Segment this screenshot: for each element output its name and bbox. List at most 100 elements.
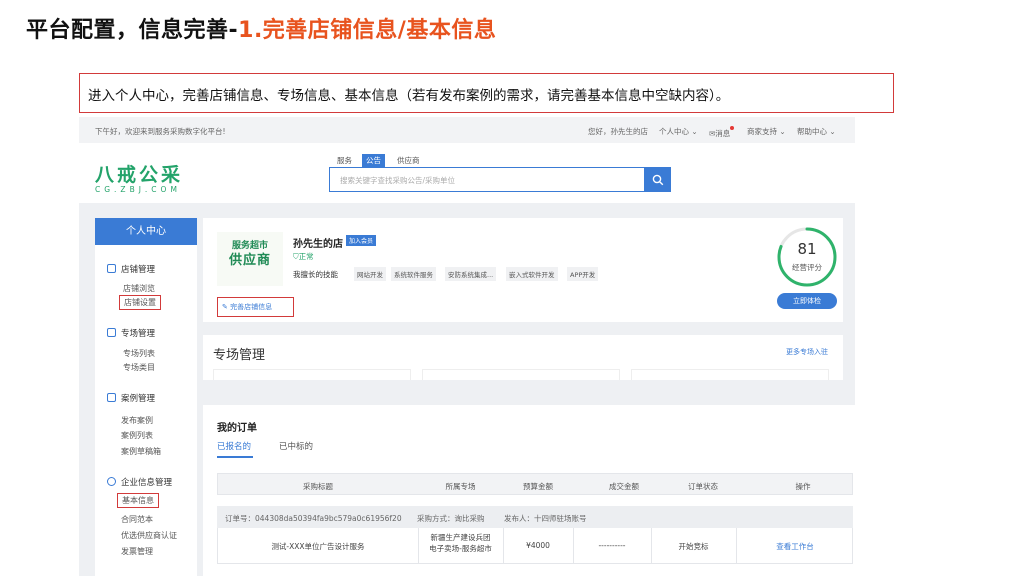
check-now-button[interactable]: 立即体检 bbox=[777, 293, 837, 309]
zone-card[interactable] bbox=[631, 369, 829, 380]
skill-tag: 系统软件服务 bbox=[391, 267, 436, 281]
column-header: 预算金额 bbox=[523, 482, 553, 491]
sidebar-item-zone-list[interactable]: 专场列表 bbox=[123, 348, 155, 359]
site-logo[interactable]: 八戒公采 CG.ZBJ.COM bbox=[95, 160, 183, 194]
edit-icon: ✎ bbox=[222, 303, 228, 311]
cell-status: 开始竞标 bbox=[678, 542, 709, 551]
skill-tag: 安防系统集成... bbox=[445, 267, 497, 281]
member-badge[interactable]: 加入会员 bbox=[346, 235, 377, 246]
slide-title-prefix: 平台配置，信息完善- bbox=[26, 18, 239, 43]
column-header: 所属专场 bbox=[445, 482, 476, 491]
column-header: 采购标题 bbox=[303, 482, 333, 491]
cell-zone: 新疆生产建设兵团 电子卖场-服务超市 bbox=[418, 533, 503, 555]
cell-zone-line2: 电子卖场-服务超市 bbox=[429, 543, 492, 553]
skill-tag: 网站开发 bbox=[354, 267, 386, 281]
cell-zone-line1: 新疆生产建设兵团 bbox=[430, 533, 491, 542]
welcome-text: 下午好，欢迎来到服务采购数字化平台! bbox=[95, 127, 226, 136]
search-input[interactable]: 搜索关键字查找采购公告/采购单位 bbox=[329, 167, 645, 192]
zone-card[interactable] bbox=[213, 369, 411, 380]
shop-logo: 服务超市 供应商 bbox=[217, 232, 283, 286]
help-center-label: 帮助中心 bbox=[797, 127, 827, 136]
zone-card[interactable] bbox=[422, 369, 620, 380]
cell-budget: ¥4000 bbox=[526, 541, 550, 550]
skill-tag: 嵌入式软件开发 bbox=[506, 267, 558, 281]
sidebar-group-company[interactable]: 企业信息管理 bbox=[107, 476, 172, 488]
table-row: 测试-XXX单位广告设计服务 新疆生产建设兵团 电子卖场-服务超市 ¥4000 -… bbox=[217, 528, 853, 564]
cell-deal: ---------- bbox=[598, 541, 626, 550]
tab-registered[interactable]: 已报名的 bbox=[217, 440, 251, 452]
cell-title: 测试-XXX单位广告设计服务 bbox=[271, 542, 365, 551]
sidebar-group-label: 店铺管理 bbox=[121, 265, 156, 275]
orders-panel: 我的订单 已报名的 已中标的 采购标题 所属专场 预算金额 成交金额 订单状态 … bbox=[203, 405, 855, 576]
sidebar: 个人中心 店铺管理 店铺浏览 店铺设置 专场管理 专场列表 专场类目 案例管理 … bbox=[95, 218, 197, 576]
help-center-link[interactable]: 帮助中心 ⌄ bbox=[797, 126, 836, 137]
logo-text: 八戒公采 bbox=[95, 164, 184, 186]
orders-table-header: 采购标题 所属专场 预算金额 成交金额 订单状态 操作 bbox=[217, 473, 853, 495]
sidebar-group-shop[interactable]: 店铺管理 bbox=[107, 263, 155, 275]
sidebar-group-label: 专场管理 bbox=[121, 329, 156, 339]
slide-title-highlight: 1.完善店铺信息/基本信息 bbox=[238, 18, 497, 43]
greeting-text: 您好，孙先生的店 bbox=[588, 127, 648, 136]
personal-center-link[interactable]: 个人中心 ⌄ bbox=[659, 126, 698, 137]
search-placeholder: 搜索关键字查找采购公告/采购单位 bbox=[340, 176, 456, 185]
search-tab-supplier[interactable]: 供应商 bbox=[393, 154, 424, 167]
screenshot-panel: 下午好，欢迎来到服务采购数字化平台! 您好，孙先生的店 个人中心 ⌄ ✉消息 商… bbox=[79, 117, 855, 576]
active-tab-indicator bbox=[217, 456, 253, 458]
case-icon bbox=[107, 393, 116, 402]
publisher: 发布人：十四师驻场账号 bbox=[504, 514, 587, 523]
search-icon bbox=[652, 174, 663, 185]
score-label: 经营评分 bbox=[792, 263, 822, 272]
tab-won[interactable]: 已中标的 bbox=[279, 440, 313, 452]
shop-logo-line2: 供应商 bbox=[228, 253, 271, 269]
sidebar-item-shop-browse[interactable]: 店铺浏览 bbox=[123, 283, 155, 294]
instruction-note: 进入个人中心，完善店铺信息、专场信息、基本信息（若有发布案例的需求，请完善基本信… bbox=[79, 73, 894, 113]
edit-shop-info-label: 完善店铺信息 bbox=[230, 303, 273, 311]
skills-label: 我擅长的技能 bbox=[293, 270, 338, 279]
top-bar: 下午好，欢迎来到服务采购数字化平台! 您好，孙先生的店 个人中心 ⌄ ✉消息 商… bbox=[79, 117, 855, 143]
order-number: 订单号：044308da50394fa9bc579a0c61956f20 bbox=[225, 514, 402, 523]
shop-logo-line1: 服务超市 bbox=[231, 241, 268, 251]
sidebar-item-publish-case[interactable]: 发布案例 bbox=[121, 415, 153, 426]
merchant-support-link[interactable]: 商家支持 ⌄ bbox=[747, 126, 786, 137]
edit-shop-info-link[interactable]: ✎ 完善店铺信息 bbox=[217, 297, 294, 317]
messages-link[interactable]: ✉消息 bbox=[709, 126, 735, 139]
search-tab-service[interactable]: 服务 bbox=[333, 154, 356, 167]
search-button[interactable] bbox=[644, 167, 671, 192]
sidebar-item-basic-info[interactable]: 基本信息 bbox=[117, 493, 159, 508]
logo-subtext: CG.ZBJ.COM bbox=[95, 185, 181, 194]
shop-status-label: 正常 bbox=[298, 252, 314, 261]
search-tab-notice[interactable]: 公告 bbox=[362, 154, 385, 167]
zone-more-link[interactable]: 更多专场入驻 bbox=[786, 347, 828, 357]
sidebar-item-case-drafts[interactable]: 案例草稿箱 bbox=[121, 446, 161, 457]
shop-name: 孙先生的店 bbox=[293, 239, 343, 250]
site-header: 八戒公采 CG.ZBJ.COM 服务 公告 供应商 搜索关键字查找采购公告/采购单… bbox=[79, 143, 855, 203]
sidebar-item-case-list[interactable]: 案例列表 bbox=[121, 430, 153, 441]
messages-label: 消息 bbox=[715, 129, 731, 138]
sidebar-group-case[interactable]: 案例管理 bbox=[107, 392, 155, 404]
sidebar-title[interactable]: 个人中心 bbox=[95, 218, 197, 245]
slide-title: 平台配置，信息完善-1.完善店铺信息/基本信息 bbox=[26, 12, 496, 44]
column-header: 操作 bbox=[795, 482, 811, 491]
company-icon bbox=[107, 477, 116, 486]
view-workbench-link[interactable]: 查看工作台 bbox=[736, 541, 854, 552]
purchase-method: 采购方式：询比采购 bbox=[417, 514, 485, 523]
orders-title: 我的订单 bbox=[217, 423, 257, 434]
merchant-support-label: 商家支持 bbox=[747, 127, 777, 136]
sidebar-item-invoice[interactable]: 发票管理 bbox=[121, 546, 153, 557]
score-value: 81 bbox=[797, 240, 817, 258]
sidebar-group-zone[interactable]: 专场管理 bbox=[107, 327, 155, 339]
sidebar-group-label: 案例管理 bbox=[121, 394, 156, 404]
shop-icon bbox=[107, 264, 116, 273]
column-header: 订单状态 bbox=[688, 482, 718, 491]
order-info-bar: 订单号：044308da50394fa9bc579a0c61956f20 采购方… bbox=[217, 506, 853, 528]
sidebar-item-supplier-cert[interactable]: 优选供应商认证 bbox=[121, 530, 177, 541]
sidebar-group-label: 企业信息管理 bbox=[121, 478, 173, 488]
zone-panel: 专场管理 更多专场入驻 bbox=[203, 335, 843, 380]
sidebar-item-zone-category[interactable]: 专场类目 bbox=[123, 362, 155, 373]
document-icon bbox=[107, 328, 116, 337]
sidebar-item-contract-template[interactable]: 合同范本 bbox=[121, 514, 153, 525]
skill-tag: APP开发 bbox=[567, 267, 599, 281]
sidebar-item-shop-settings[interactable]: 店铺设置 bbox=[119, 295, 161, 310]
notification-dot bbox=[730, 126, 735, 130]
shop-status: ⛉正常 bbox=[293, 251, 314, 262]
